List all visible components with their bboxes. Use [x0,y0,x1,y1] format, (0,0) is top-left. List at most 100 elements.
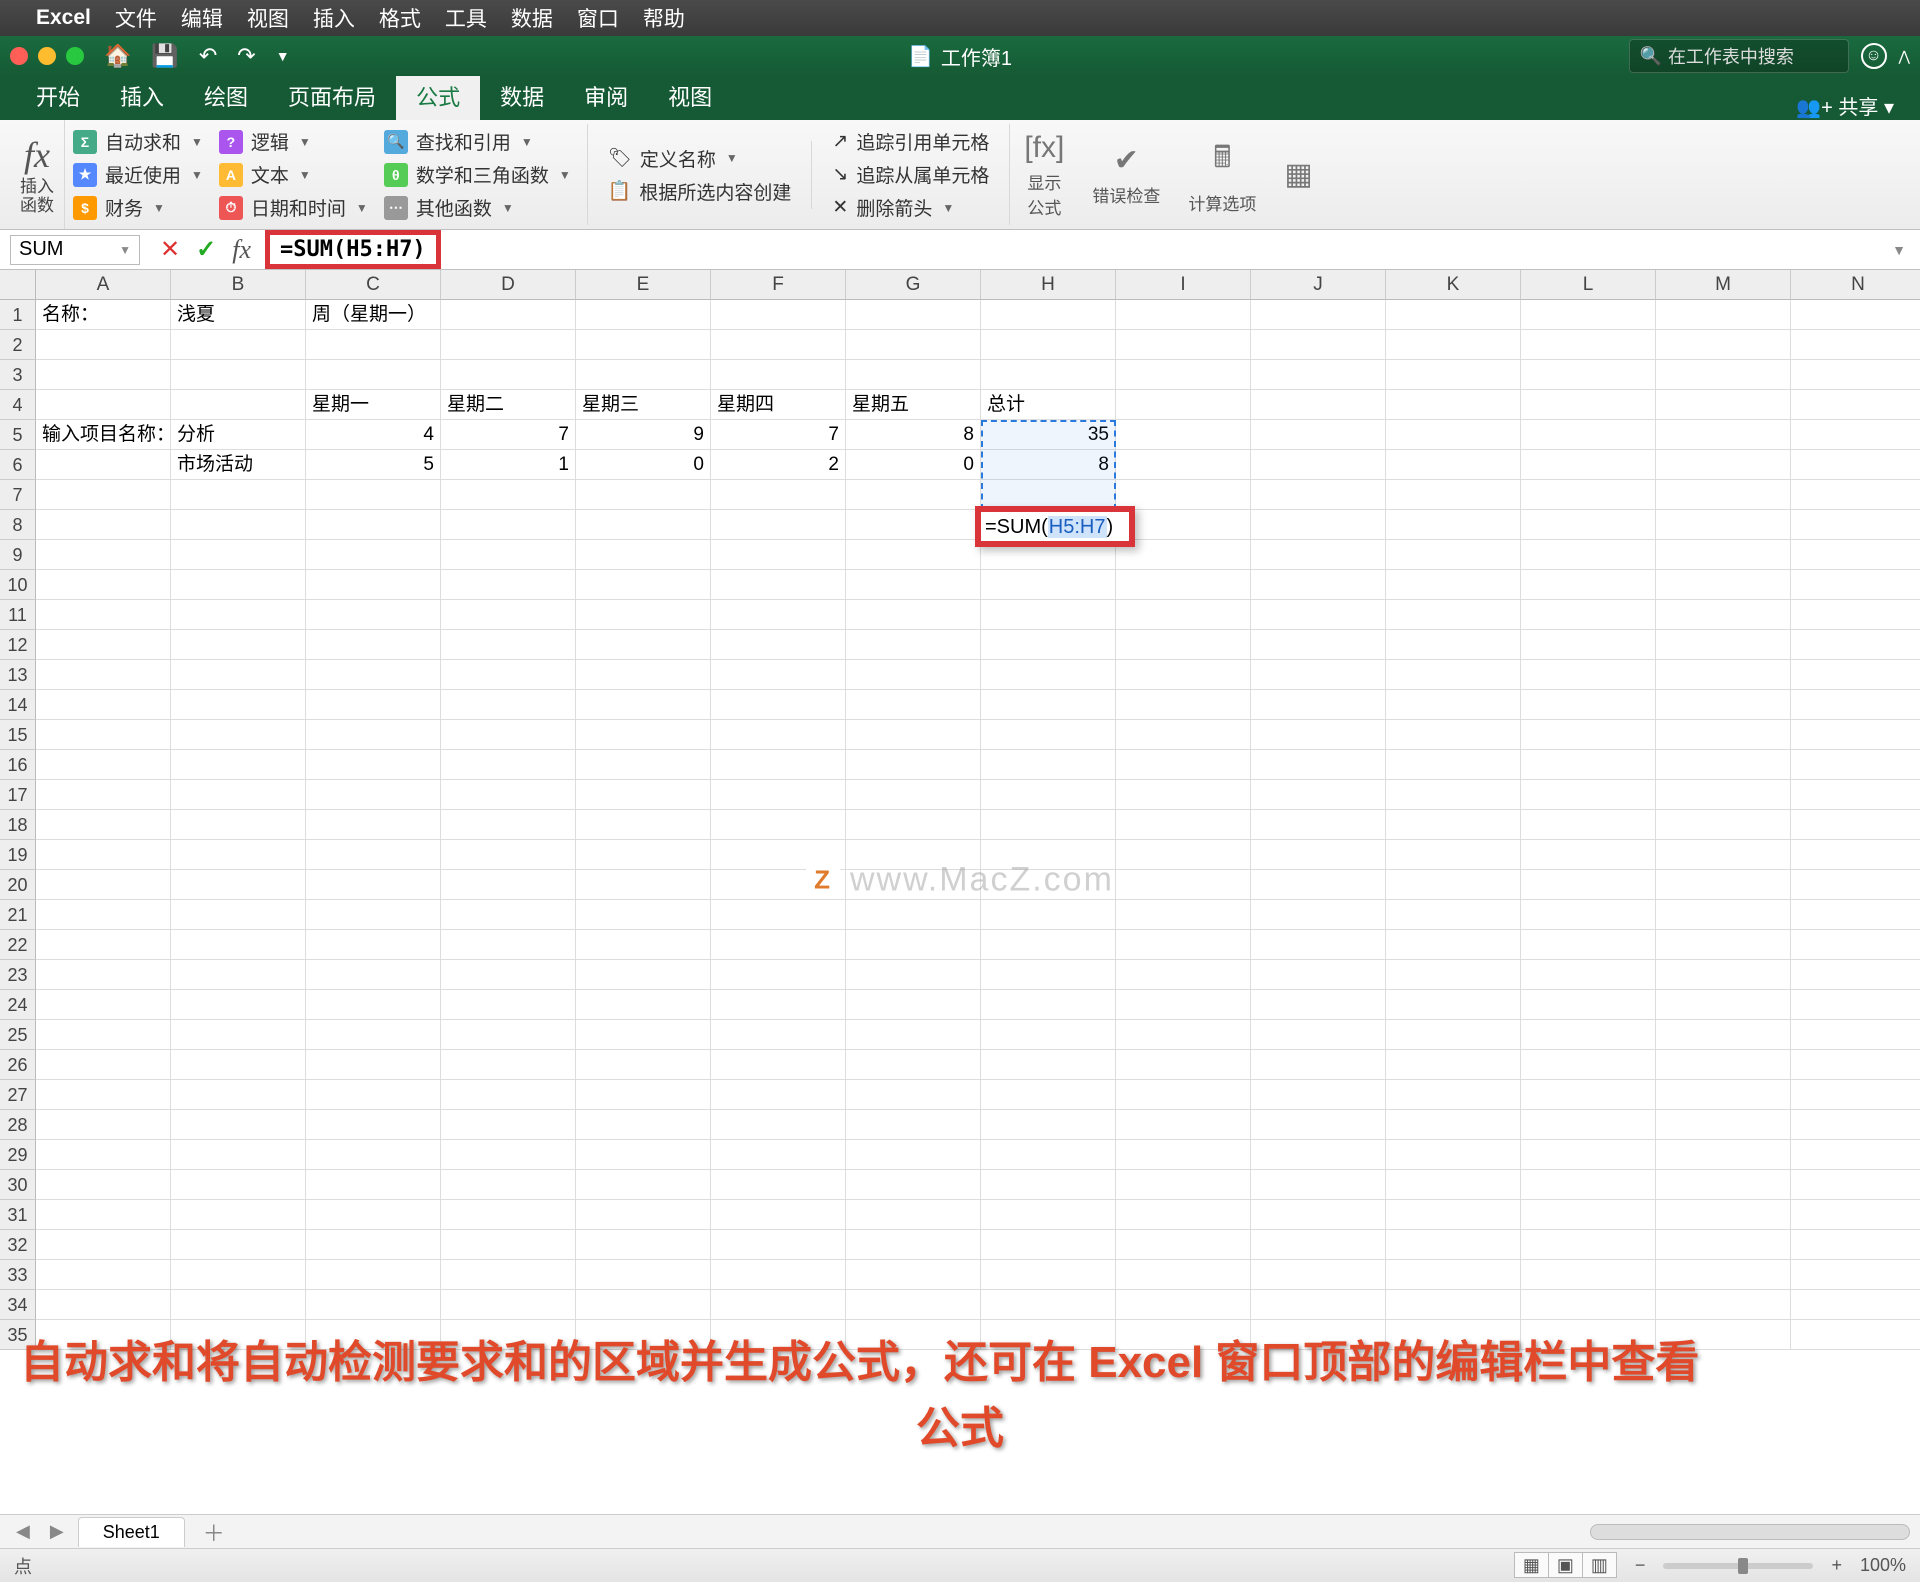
cell-M32[interactable] [1656,1230,1791,1260]
cell-M6[interactable] [1656,450,1791,480]
cell-M19[interactable] [1656,840,1791,870]
cell-K26[interactable] [1386,1050,1521,1080]
menu-window[interactable]: 窗口 [577,3,619,33]
cell-N7[interactable] [1791,480,1920,510]
cell-D28[interactable] [441,1110,576,1140]
cell-L29[interactable] [1521,1140,1656,1170]
cell-N26[interactable] [1791,1050,1920,1080]
cell-E33[interactable] [576,1260,711,1290]
datetime-button[interactable]: ⏱日期和时间▼ [219,194,368,221]
cell-C8[interactable] [306,510,441,540]
cell-G28[interactable] [846,1110,981,1140]
cell-N17[interactable] [1791,780,1920,810]
recent-button[interactable]: ★最近使用▼ [73,161,203,188]
cell-D13[interactable] [441,660,576,690]
cell-L1[interactable] [1521,300,1656,330]
cell-G29[interactable] [846,1140,981,1170]
cell-K32[interactable] [1386,1230,1521,1260]
cell-C22[interactable] [306,930,441,960]
cell-H1[interactable] [981,300,1116,330]
row-header-20[interactable]: 20 [0,870,36,900]
cell-M33[interactable] [1656,1260,1791,1290]
cell-C16[interactable] [306,750,441,780]
cell-G14[interactable] [846,690,981,720]
cell-I19[interactable] [1116,840,1251,870]
cell-E28[interactable] [576,1110,711,1140]
cell-C34[interactable] [306,1290,441,1320]
home-icon[interactable]: 🏠 [104,43,131,69]
cell-K22[interactable] [1386,930,1521,960]
cell-E9[interactable] [576,540,711,570]
show-formulas-button[interactable]: [fx]显示 公式 [1010,131,1078,219]
cell-K27[interactable] [1386,1080,1521,1110]
row-header-14[interactable]: 14 [0,690,36,720]
cell-J32[interactable] [1251,1230,1386,1260]
cell-I9[interactable] [1116,540,1251,570]
row-header-32[interactable]: 32 [0,1230,36,1260]
cell-M27[interactable] [1656,1080,1791,1110]
cell-A18[interactable] [36,810,171,840]
add-sheet-button[interactable]: ＋ [193,1516,235,1548]
cell-H22[interactable] [981,930,1116,960]
cell-J31[interactable] [1251,1200,1386,1230]
cell-H27[interactable] [981,1080,1116,1110]
cell-L32[interactable] [1521,1230,1656,1260]
cell-D30[interactable] [441,1170,576,1200]
cell-N28[interactable] [1791,1110,1920,1140]
col-header-E[interactable]: E [576,270,711,300]
cell-H29[interactable] [981,1140,1116,1170]
cell-A25[interactable] [36,1020,171,1050]
cell-G1[interactable] [846,300,981,330]
cell-C20[interactable] [306,870,441,900]
cell-J6[interactable] [1251,450,1386,480]
cell-H4[interactable]: 总计 [981,390,1116,420]
cell-D29[interactable] [441,1140,576,1170]
cell-F2[interactable] [711,330,846,360]
cell-M12[interactable] [1656,630,1791,660]
cell-B7[interactable] [171,480,306,510]
cell-F24[interactable] [711,990,846,1020]
cell-B10[interactable] [171,570,306,600]
cell-C30[interactable] [306,1170,441,1200]
cell-B3[interactable] [171,360,306,390]
cell-I27[interactable] [1116,1080,1251,1110]
cell-B18[interactable] [171,810,306,840]
cell-L24[interactable] [1521,990,1656,1020]
cell-N19[interactable] [1791,840,1920,870]
cell-A7[interactable] [36,480,171,510]
cell-G25[interactable] [846,1020,981,1050]
trace-dependents-button[interactable]: ↘追踪从属单元格 [832,161,989,188]
cell-L27[interactable] [1521,1080,1656,1110]
cell-M28[interactable] [1656,1110,1791,1140]
cells-area[interactable]: 名称：浅夏周（星期一）星期一星期二星期三星期四星期五总计输入项目名称：分析479… [36,300,1920,1350]
cell-G12[interactable] [846,630,981,660]
cell-I16[interactable] [1116,750,1251,780]
cell-E22[interactable] [576,930,711,960]
cell-L5[interactable] [1521,420,1656,450]
cell-H14[interactable] [981,690,1116,720]
cell-J21[interactable] [1251,900,1386,930]
cell-M7[interactable] [1656,480,1791,510]
cell-C21[interactable] [306,900,441,930]
cell-C18[interactable] [306,810,441,840]
cell-M17[interactable] [1656,780,1791,810]
cell-F13[interactable] [711,660,846,690]
cell-A19[interactable] [36,840,171,870]
cell-N31[interactable] [1791,1200,1920,1230]
cell-H21[interactable] [981,900,1116,930]
cell-K11[interactable] [1386,600,1521,630]
cell-J12[interactable] [1251,630,1386,660]
error-check-button[interactable]: ✔错误检查 [1078,143,1174,207]
cell-J13[interactable] [1251,660,1386,690]
row-header-24[interactable]: 24 [0,990,36,1020]
confirm-formula-button[interactable]: ✓ [196,235,216,265]
cell-D12[interactable] [441,630,576,660]
cell-D33[interactable] [441,1260,576,1290]
cell-C19[interactable] [306,840,441,870]
cell-K24[interactable] [1386,990,1521,1020]
cell-N6[interactable] [1791,450,1920,480]
col-header-C[interactable]: C [306,270,441,300]
cell-E10[interactable] [576,570,711,600]
cell-I26[interactable] [1116,1050,1251,1080]
sheet-nav-prev-icon[interactable]: ◀ [10,1521,36,1542]
